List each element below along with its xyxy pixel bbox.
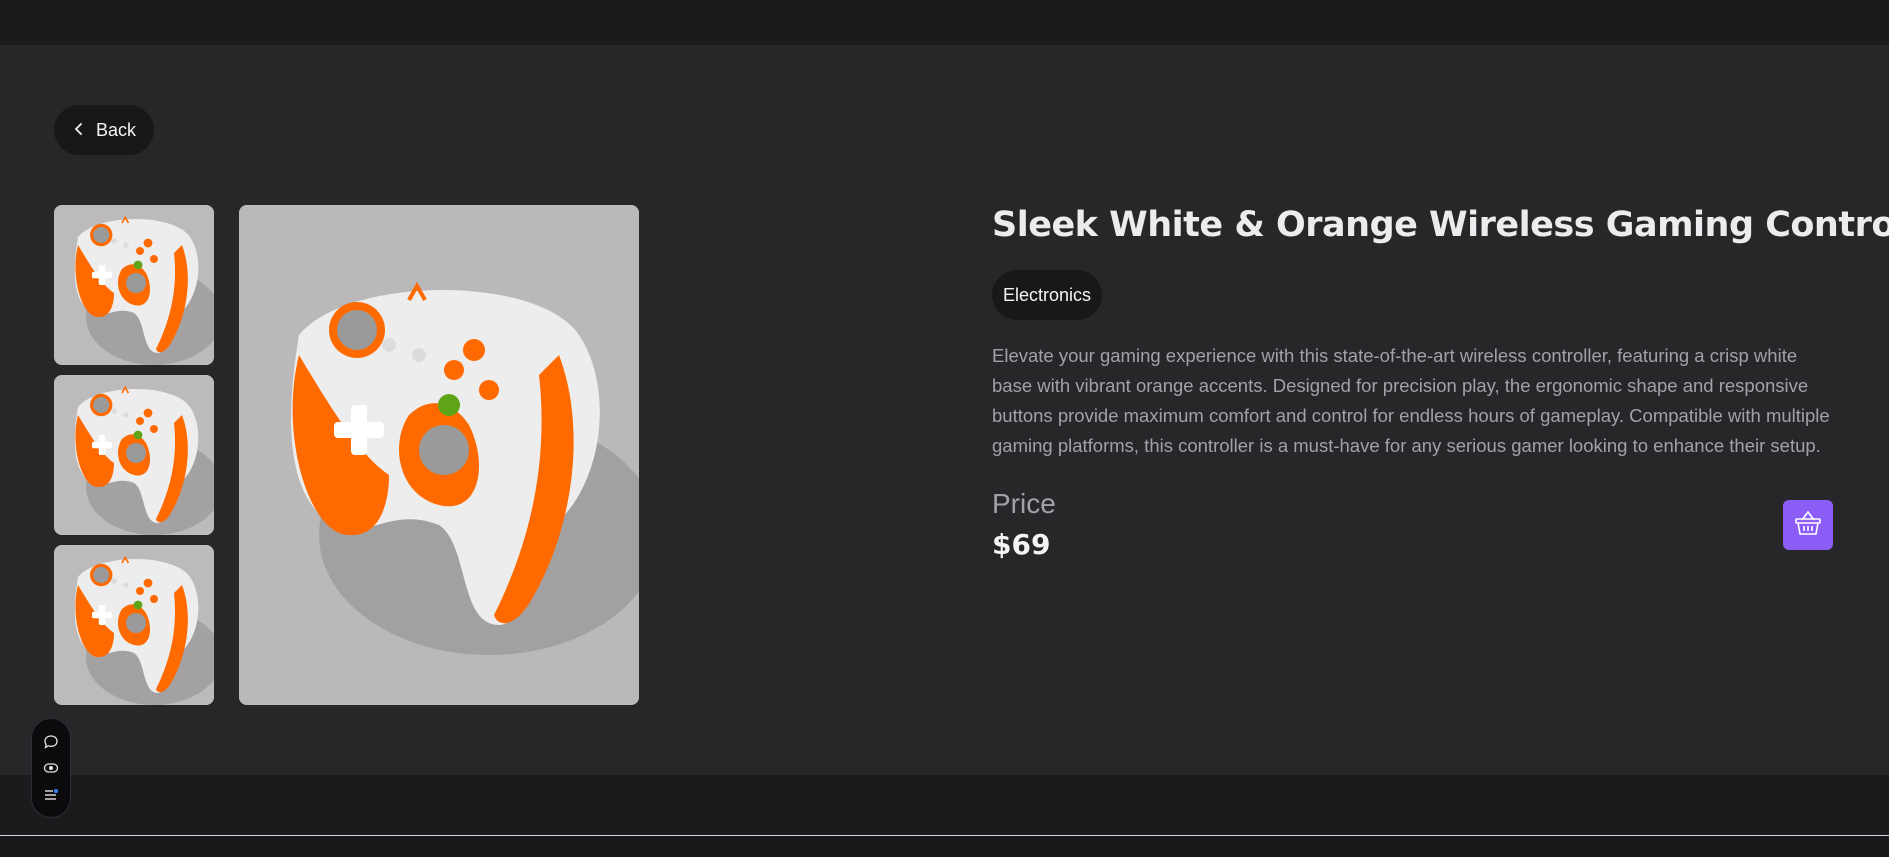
chat-icon[interactable] bbox=[41, 732, 61, 752]
price-value: $69 bbox=[992, 528, 1051, 561]
price-label: Price bbox=[992, 488, 1056, 519]
eye-icon[interactable] bbox=[41, 758, 61, 778]
thumbnail-1[interactable] bbox=[54, 205, 214, 365]
back-label: Back bbox=[95, 119, 137, 140]
back-button[interactable]: Back bbox=[54, 105, 154, 155]
chevron-left-icon bbox=[72, 120, 86, 141]
floating-toolbar bbox=[31, 718, 71, 818]
product-description: Elevate your gaming experience with this… bbox=[992, 345, 1830, 456]
basket-icon bbox=[1793, 508, 1823, 542]
footer-strip bbox=[0, 836, 1889, 857]
product-title: Sleek White & Orange Wireless Gaming Con… bbox=[992, 205, 1889, 245]
thumbnail-3[interactable] bbox=[54, 545, 214, 705]
category-badge[interactable]: Electronics bbox=[992, 270, 1103, 320]
add-to-cart-button[interactable] bbox=[1783, 500, 1833, 550]
top-bar bbox=[0, 0, 1889, 45]
footer-bar bbox=[0, 775, 1889, 835]
menu-icon[interactable] bbox=[41, 785, 61, 805]
product-main-image bbox=[239, 205, 639, 705]
thumbnail-2[interactable] bbox=[54, 375, 214, 535]
